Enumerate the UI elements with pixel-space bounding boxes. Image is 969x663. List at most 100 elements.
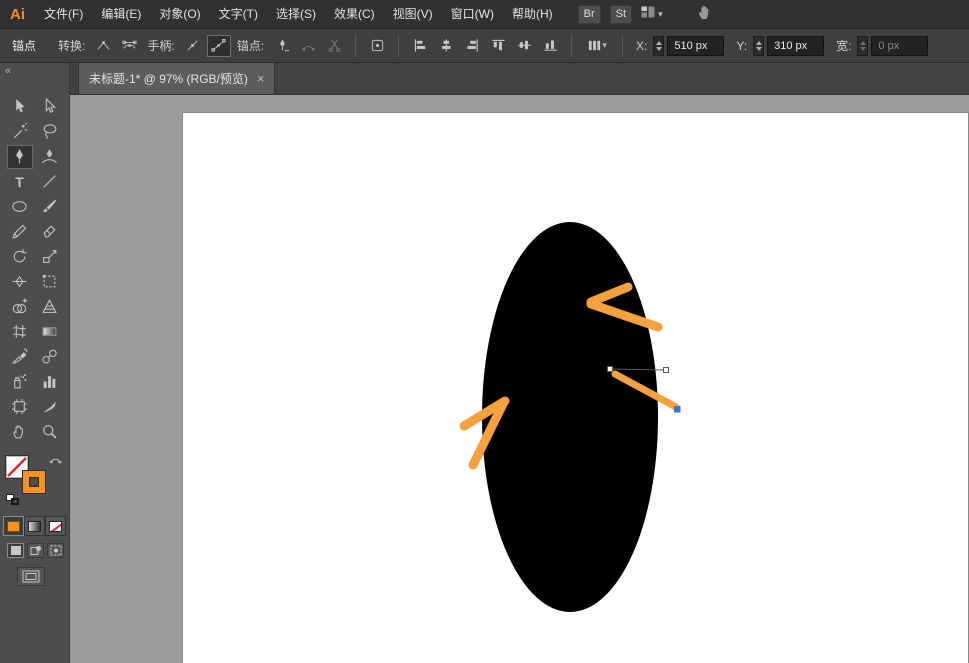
- remove-anchor-button[interactable]: [270, 35, 294, 57]
- swap-fill-stroke-icon[interactable]: [49, 455, 63, 468]
- type-tool[interactable]: T: [7, 170, 33, 194]
- scale-icon: [41, 248, 58, 265]
- stroke-swatch[interactable]: [23, 471, 45, 493]
- menu-effect[interactable]: 效果(C): [325, 0, 384, 29]
- hand-tool[interactable]: [7, 420, 33, 444]
- rotate-icon: [11, 248, 28, 265]
- eyedropper-tool[interactable]: [7, 345, 33, 369]
- paintbrush-tool[interactable]: [37, 195, 63, 219]
- control-bar: 锚点 转换: 手柄: 锚点:: [0, 29, 969, 63]
- handle-grip-right[interactable]: [664, 368, 669, 373]
- align-middle-vertical-button[interactable]: [512, 35, 536, 57]
- eraser-tool[interactable]: [37, 220, 63, 244]
- stock-button[interactable]: St: [610, 5, 632, 24]
- separator: [622, 35, 623, 57]
- ellipse-tool[interactable]: [7, 195, 33, 219]
- hide-handles-button[interactable]: [181, 35, 205, 57]
- y-stepper[interactable]: [753, 36, 764, 56]
- collapse-panel-icon[interactable]: «: [0, 63, 69, 77]
- document-tab-bar: 未标题-1* @ 97% (RGB/预览) ×: [70, 63, 969, 95]
- x-input[interactable]: 510 px: [667, 36, 724, 56]
- zoom-tool[interactable]: [37, 420, 63, 444]
- align-left-button[interactable]: [408, 35, 432, 57]
- screen-mode-icon: [22, 570, 40, 583]
- workspace-switcher[interactable]: ▾: [641, 5, 663, 24]
- show-handles-button[interactable]: [207, 35, 231, 57]
- draw-behind-button[interactable]: [27, 543, 44, 558]
- slice-tool[interactable]: [37, 395, 63, 419]
- pen-tool[interactable]: [7, 145, 33, 169]
- width-icon: [11, 273, 28, 290]
- menu-help[interactable]: 帮助(H): [503, 0, 562, 29]
- direct-selection-tool[interactable]: [37, 95, 63, 119]
- color-button[interactable]: [3, 516, 24, 536]
- none-button[interactable]: [45, 516, 66, 536]
- menu-object[interactable]: 对象(O): [150, 0, 209, 29]
- screen-mode-button[interactable]: [17, 567, 45, 586]
- symbol-sprayer-icon: [11, 373, 28, 390]
- scale-tool[interactable]: [37, 245, 63, 269]
- convert-label: 转换:: [58, 37, 85, 54]
- blend-icon: [41, 348, 58, 365]
- y-input[interactable]: 310 px: [767, 36, 824, 56]
- align-right-button[interactable]: [460, 35, 484, 57]
- align-center-horizontal-button[interactable]: [434, 35, 458, 57]
- draw-normal-icon: [10, 545, 22, 556]
- tools-panel: « T: [0, 63, 70, 663]
- app-bar-buttons: Br St ▾: [578, 3, 714, 26]
- x-stepper[interactable]: [653, 36, 664, 56]
- blend-tool[interactable]: [37, 345, 63, 369]
- curvature-tool[interactable]: [37, 145, 63, 169]
- width-tool[interactable]: [7, 270, 33, 294]
- pencil-tool[interactable]: [7, 220, 33, 244]
- convert-to-corner-button[interactable]: [91, 35, 115, 57]
- perspective-grid-tool[interactable]: [37, 295, 63, 319]
- rotate-tool[interactable]: [7, 245, 33, 269]
- selection-tool[interactable]: [7, 95, 33, 119]
- convert-to-smooth-button[interactable]: [117, 35, 141, 57]
- menu-window[interactable]: 窗口(W): [442, 0, 503, 29]
- default-fill-stroke-icon[interactable]: [6, 494, 20, 506]
- draw-inside-button[interactable]: [47, 543, 64, 558]
- menu-select[interactable]: 选择(S): [267, 0, 325, 29]
- mesh-tool[interactable]: [7, 320, 33, 344]
- magic-wand-tool[interactable]: [7, 120, 33, 144]
- bridge-button[interactable]: Br: [578, 5, 601, 24]
- handle-grip-left[interactable]: [608, 367, 613, 372]
- close-icon[interactable]: ×: [257, 72, 265, 85]
- lasso-tool[interactable]: [37, 120, 63, 144]
- color-fill-icon: [7, 521, 20, 532]
- width-input[interactable]: 0 px: [871, 36, 928, 56]
- hand-icon[interactable]: [696, 3, 714, 26]
- gradient-button[interactable]: [24, 516, 45, 536]
- symbol-sprayer-tool[interactable]: [7, 370, 33, 394]
- black-ellipse-shape[interactable]: [482, 222, 658, 612]
- menu-edit[interactable]: 编辑(E): [92, 0, 150, 29]
- canvas-area[interactable]: [70, 95, 969, 663]
- line-segment-tool[interactable]: [37, 170, 63, 194]
- slice-icon: [41, 398, 58, 415]
- document-tab[interactable]: 未标题-1* @ 97% (RGB/预览) ×: [78, 63, 275, 94]
- gradient-tool[interactable]: [37, 320, 63, 344]
- column-graph-tool[interactable]: [37, 370, 63, 394]
- color-mode-buttons: [3, 516, 69, 536]
- width-stepper[interactable]: [857, 36, 868, 56]
- free-transform-tool[interactable]: [37, 270, 63, 294]
- column-graph-icon: [41, 373, 58, 390]
- align-bottom-button[interactable]: [538, 35, 562, 57]
- menu-view[interactable]: 视图(V): [384, 0, 442, 29]
- cut-path-button[interactable]: [322, 35, 346, 57]
- selected-anchor-point[interactable]: [674, 406, 681, 413]
- menu-type[interactable]: 文字(T): [210, 0, 267, 29]
- distribute-spacing-button[interactable]: ▾: [581, 35, 613, 57]
- artboard-tool[interactable]: [7, 395, 33, 419]
- draw-normal-button[interactable]: [7, 543, 24, 558]
- anchor-ops-label: 锚点:: [237, 37, 264, 54]
- connect-endpoints-button[interactable]: [296, 35, 320, 57]
- isolate-object-button[interactable]: [365, 35, 389, 57]
- menu-file[interactable]: 文件(F): [35, 0, 92, 29]
- none-fill-icon: [49, 521, 62, 532]
- illustrator-window: Ai 文件(F) 编辑(E) 对象(O) 文字(T) 选择(S) 效果(C) 视…: [0, 0, 969, 663]
- align-top-button[interactable]: [486, 35, 510, 57]
- shape-builder-tool[interactable]: [7, 295, 33, 319]
